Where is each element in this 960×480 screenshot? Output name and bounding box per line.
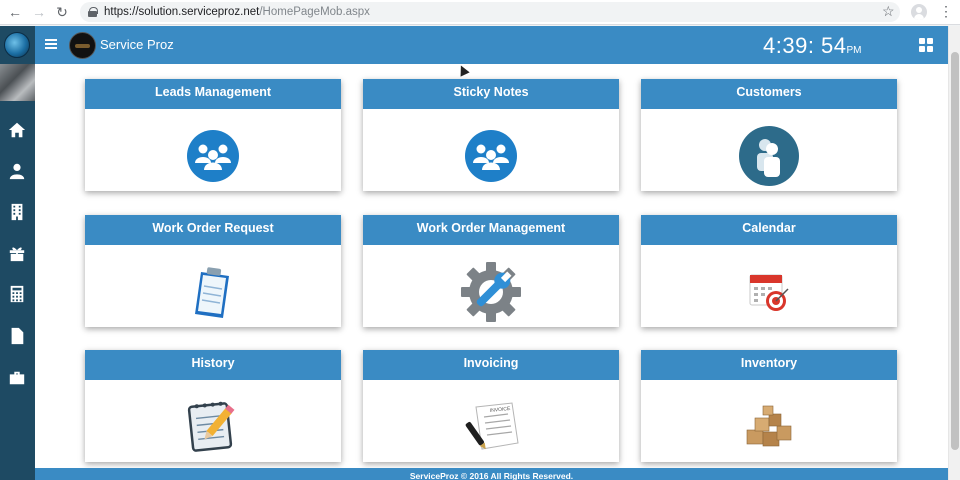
notepad-pencil-icon (182, 396, 244, 458)
footer: ServiceProz © 2016 All Rights Reserved. (35, 468, 948, 480)
brand-name: Service Proz (100, 37, 174, 52)
tile-title: Customers (641, 79, 897, 109)
customers-icon (738, 125, 800, 187)
clock-time: 4:39: 54 (763, 33, 847, 58)
sidebar (0, 26, 35, 480)
invoice-pen-icon: INVOICE (460, 396, 522, 458)
profile-avatar-icon[interactable] (911, 4, 927, 20)
menu-toggle-icon[interactable] (45, 39, 57, 49)
browser-menu-icon[interactable]: ⋮ (939, 3, 953, 20)
boxes-icon (738, 396, 800, 458)
home-icon[interactable] (5, 118, 29, 142)
briefcase-icon[interactable] (5, 366, 29, 390)
address-bar[interactable]: https://solution.serviceproz.net/HomePag… (80, 2, 900, 22)
tile-title: Calendar (641, 215, 897, 245)
group-icon (182, 125, 244, 187)
browser-toolbar: ← → ↻ https://solution.serviceproz.net/H… (0, 0, 960, 25)
tile-title: Inventory (641, 350, 897, 380)
tile-work-order-request[interactable]: Work Order Request (85, 215, 341, 327)
page-scrollbar[interactable] (948, 26, 960, 480)
clipboard-icon (182, 261, 244, 323)
clock-ampm: PM (846, 45, 862, 56)
building-icon[interactable] (5, 200, 29, 224)
reload-icon[interactable]: ↻ (53, 3, 71, 21)
app-header: Service Proz 4:39: 54PM (35, 26, 948, 64)
tile-history[interactable]: History (85, 350, 341, 462)
lock-icon (88, 7, 98, 17)
gear-wrench-icon (460, 261, 522, 323)
gift-icon[interactable] (5, 241, 29, 265)
bookmark-star-icon[interactable]: ☆ (882, 3, 895, 20)
tile-title: Leads Management (85, 79, 341, 109)
scrollbar-thumb[interactable] (951, 52, 959, 450)
tile-title: Sticky Notes (363, 79, 619, 109)
group-icon (460, 125, 522, 187)
tile-customers[interactable]: Customers (641, 79, 897, 191)
apps-grid-icon[interactable] (919, 38, 934, 53)
brand-logo (69, 32, 96, 59)
tile-title: Work Order Management (363, 215, 619, 245)
tile-invoicing[interactable]: Invoicing INVOICE (363, 350, 619, 462)
tile-calendar[interactable]: Calendar (641, 215, 897, 327)
tile-sticky-notes[interactable]: Sticky Notes (363, 79, 619, 191)
clock: 4:39: 54PM (763, 33, 862, 59)
user-avatar[interactable] (0, 64, 35, 101)
tile-leads-management[interactable]: Leads Management (85, 79, 341, 191)
app-logo[interactable] (4, 32, 30, 58)
tile-title: History (85, 350, 341, 380)
back-arrow-icon[interactable]: ← (6, 3, 24, 21)
document-icon[interactable] (5, 324, 29, 348)
calendar-icon (738, 261, 800, 323)
url-path: /HomePageMob.aspx (259, 6, 370, 18)
calculator-icon[interactable] (5, 282, 29, 306)
url-host: https://solution.serviceproz.net (104, 6, 260, 18)
user-icon[interactable] (5, 159, 29, 183)
tile-title: Work Order Request (85, 215, 341, 245)
forward-arrow-icon[interactable]: → (30, 3, 48, 21)
tile-inventory[interactable]: Inventory (641, 350, 897, 462)
tile-work-order-management[interactable]: Work Order Management (363, 215, 619, 327)
tile-title: Invoicing (363, 350, 619, 380)
